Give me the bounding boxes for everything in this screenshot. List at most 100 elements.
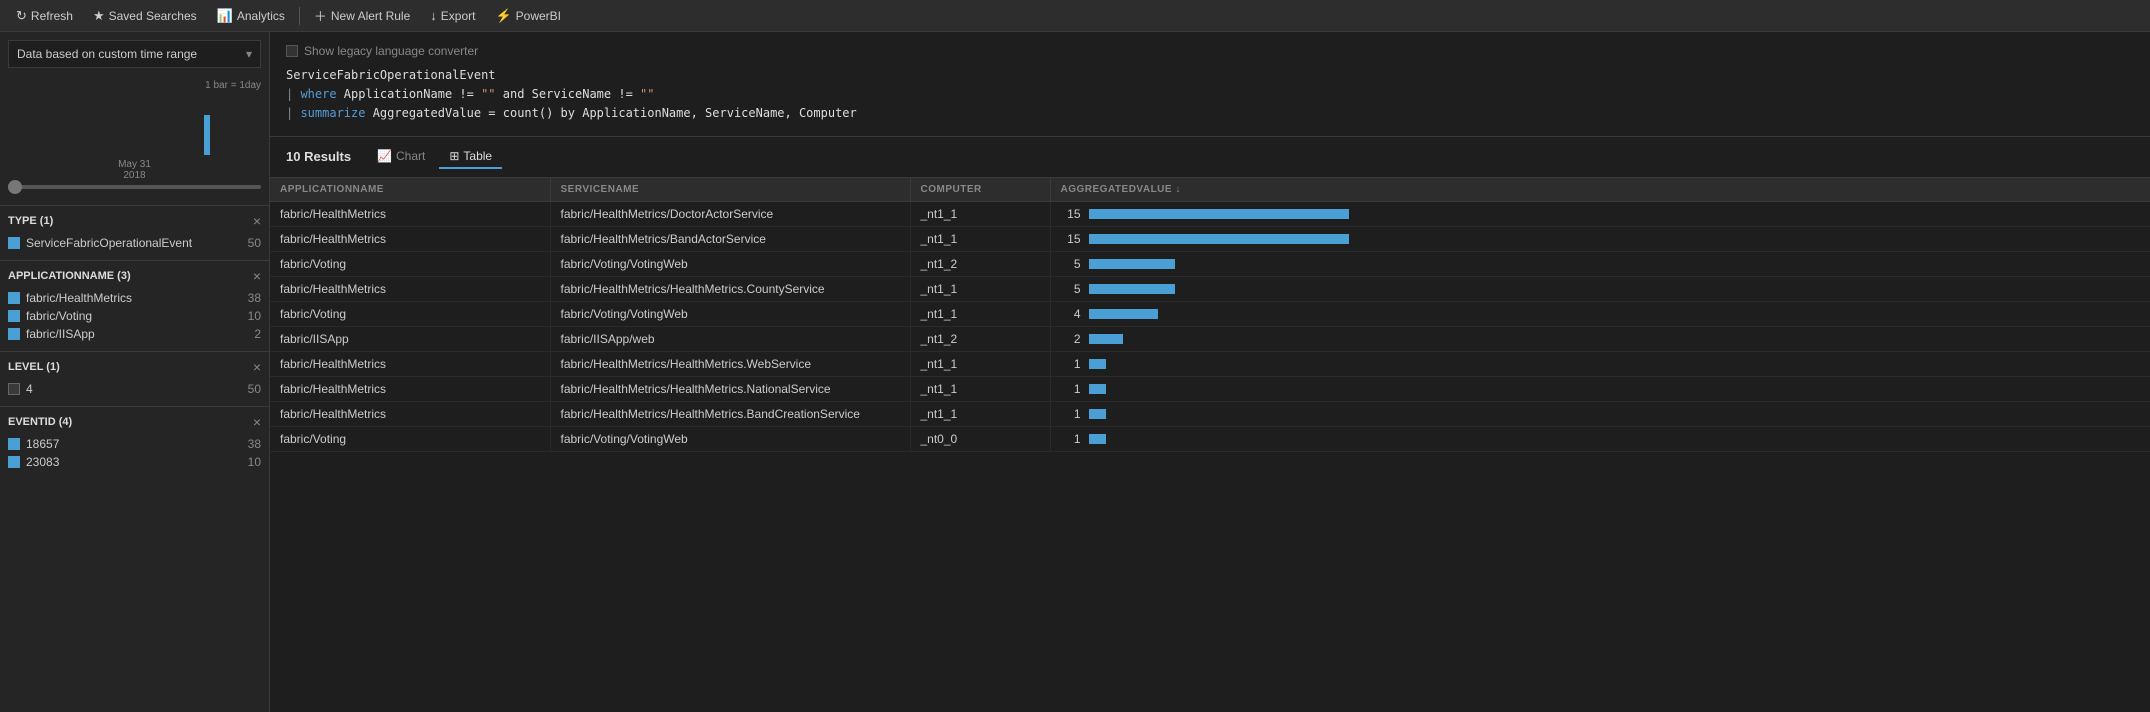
analytics-button[interactable]: 📊 Analytics: [209, 4, 293, 28]
bar-visual: [1089, 359, 1106, 369]
filter-checkbox[interactable]: [8, 292, 20, 304]
table-row[interactable]: fabric/HealthMetrics fabric/HealthMetric…: [270, 276, 2150, 301]
powerbi-button[interactable]: ⚡ PowerBI: [487, 4, 569, 28]
filter-item-name: fabric/IISApp: [26, 327, 95, 341]
histogram-chart: [8, 95, 261, 155]
results-table: APPLICATIONNAME SERVICENAME COMPUTER AGG…: [270, 178, 2150, 452]
hist-bar: [36, 153, 42, 155]
cell-servicename: fabric/HealthMetrics/HealthMetrics.WebSe…: [550, 351, 910, 376]
hist-bar: [204, 115, 210, 155]
filter-item-count: 2: [254, 327, 261, 341]
toolbar: ↻ Refresh ★ Saved Searches 📊 Analytics ＋…: [0, 0, 2150, 32]
hist-bar: [141, 153, 147, 155]
table-header: APPLICATIONNAME SERVICENAME COMPUTER AGG…: [270, 178, 2150, 202]
table-row[interactable]: fabric/Voting fabric/Voting/VotingWeb _n…: [270, 301, 2150, 326]
new-alert-button[interactable]: ＋ New Alert Rule: [306, 2, 418, 29]
filter-title-1: APPLICATIONNAME (3): [8, 270, 131, 282]
cell-aggregatedvalue: 4: [1050, 301, 2150, 326]
cell-aggregatedvalue: 1: [1050, 401, 2150, 426]
cell-servicename: fabric/HealthMetrics/HealthMetrics.Count…: [550, 276, 910, 301]
filter-header-3: EVENTID (4)×: [8, 415, 261, 429]
filter-checkbox[interactable]: [8, 310, 20, 322]
filter-checkbox[interactable]: [8, 438, 20, 450]
results-toolbar: 10 Results 📈 Chart ⊞ Table: [270, 137, 2150, 178]
query-text[interactable]: ServiceFabricOperationalEvent | where Ap…: [286, 66, 2134, 124]
results-label: Results: [304, 149, 351, 164]
filter-item[interactable]: fabric/Voting10: [8, 307, 261, 325]
col-header-servicename: SERVICENAME: [550, 178, 910, 202]
filter-item-name: fabric/Voting: [26, 309, 92, 323]
bar-visual: [1089, 284, 1176, 294]
filter-item[interactable]: ServiceFabricOperationalEvent50: [8, 234, 261, 252]
table-row[interactable]: fabric/HealthMetrics fabric/HealthMetric…: [270, 351, 2150, 376]
new-alert-label: New Alert Rule: [331, 9, 410, 23]
show-legacy-row: Show legacy language converter: [286, 44, 2134, 58]
tab-table[interactable]: ⊞ Table: [439, 145, 502, 169]
table-row[interactable]: fabric/IISApp fabric/IISApp/web _nt1_2 2: [270, 326, 2150, 351]
powerbi-icon: ⚡: [495, 8, 511, 24]
cell-computer: _nt1_1: [910, 226, 1050, 251]
show-legacy-label: Show legacy language converter: [304, 44, 478, 58]
chart-icon: 📈: [377, 149, 392, 163]
filter-checkbox[interactable]: [8, 456, 20, 468]
cell-appname: fabric/HealthMetrics: [270, 376, 550, 401]
aggregated-value: 1: [1061, 382, 1081, 396]
filter-close-2[interactable]: ×: [253, 360, 261, 374]
show-legacy-checkbox[interactable]: [286, 45, 298, 57]
hist-bar: [92, 153, 98, 155]
filter-close-0[interactable]: ×: [253, 214, 261, 228]
cell-computer: _nt1_1: [910, 351, 1050, 376]
hist-bar: [148, 153, 154, 155]
bar-visual: [1089, 259, 1176, 269]
saved-searches-button[interactable]: ★ Saved Searches: [85, 4, 205, 28]
filter-item[interactable]: 18657 38: [8, 435, 261, 453]
filter-checkbox[interactable]: [8, 383, 20, 395]
filter-item-name: fabric/HealthMetrics: [26, 291, 132, 305]
hist-bar: [8, 153, 14, 155]
table-row[interactable]: fabric/Voting fabric/Voting/VotingWeb _n…: [270, 251, 2150, 276]
filter-item-count: 38: [248, 437, 261, 451]
aggregated-value: 4: [1061, 307, 1081, 321]
table-row[interactable]: fabric/Voting fabric/Voting/VotingWeb _n…: [270, 426, 2150, 451]
aggregated-value: 5: [1061, 257, 1081, 271]
range-slider-thumb[interactable]: [8, 180, 22, 194]
cell-appname: fabric/Voting: [270, 426, 550, 451]
filter-item[interactable]: 450: [8, 380, 261, 398]
range-slider[interactable]: [8, 185, 261, 189]
cell-servicename: fabric/HealthMetrics/HealthMetrics.BandC…: [550, 401, 910, 426]
refresh-button[interactable]: ↻ Refresh: [8, 4, 81, 28]
time-range-selector[interactable]: Data based on custom time range ▾: [8, 40, 261, 68]
filter-section-1: APPLICATIONNAME (3) × fabric/HealthMetrics…: [0, 260, 269, 351]
hist-bar: [127, 153, 133, 155]
filter-close-3[interactable]: ×: [253, 415, 261, 429]
table-row[interactable]: fabric/HealthMetrics fabric/HealthMetric…: [270, 201, 2150, 226]
histogram-date: May 312018: [8, 159, 261, 181]
export-label: Export: [441, 9, 476, 23]
filter-item-name: 23083: [26, 455, 59, 469]
bar-visual: [1089, 334, 1124, 344]
filter-item[interactable]: fabric/IISApp 2: [8, 325, 261, 343]
cell-appname: fabric/IISApp: [270, 326, 550, 351]
powerbi-label: PowerBI: [516, 9, 561, 23]
table-row[interactable]: fabric/HealthMetrics fabric/HealthMetric…: [270, 226, 2150, 251]
bar-visual: [1089, 309, 1158, 319]
cell-aggregatedvalue: 5: [1050, 251, 2150, 276]
filter-item[interactable]: fabric/HealthMetrics38: [8, 289, 261, 307]
table-body: fabric/HealthMetrics fabric/HealthMetric…: [270, 201, 2150, 451]
filter-item[interactable]: 2308310: [8, 453, 261, 471]
filter-checkbox[interactable]: [8, 328, 20, 340]
tab-chart[interactable]: 📈 Chart: [367, 145, 435, 169]
filter-close-1[interactable]: ×: [253, 269, 261, 283]
filter-item-name: 18657: [26, 437, 59, 451]
filter-checkbox[interactable]: [8, 237, 20, 249]
hist-bar: [29, 153, 35, 155]
filter-header-0: TYPE (1) ×: [8, 214, 261, 228]
cell-servicename: fabric/IISApp/web: [550, 326, 910, 351]
table-row[interactable]: fabric/HealthMetrics fabric/HealthMetric…: [270, 376, 2150, 401]
table-row[interactable]: fabric/HealthMetrics fabric/HealthMetric…: [270, 401, 2150, 426]
main-content: Show legacy language converter ServiceFa…: [270, 32, 2150, 712]
refresh-icon: ↻: [16, 8, 27, 24]
filter-section-2: LEVEL (1)×450: [0, 351, 269, 406]
export-button[interactable]: ↓ Export: [422, 4, 483, 27]
filter-title-0: TYPE (1): [8, 215, 53, 227]
